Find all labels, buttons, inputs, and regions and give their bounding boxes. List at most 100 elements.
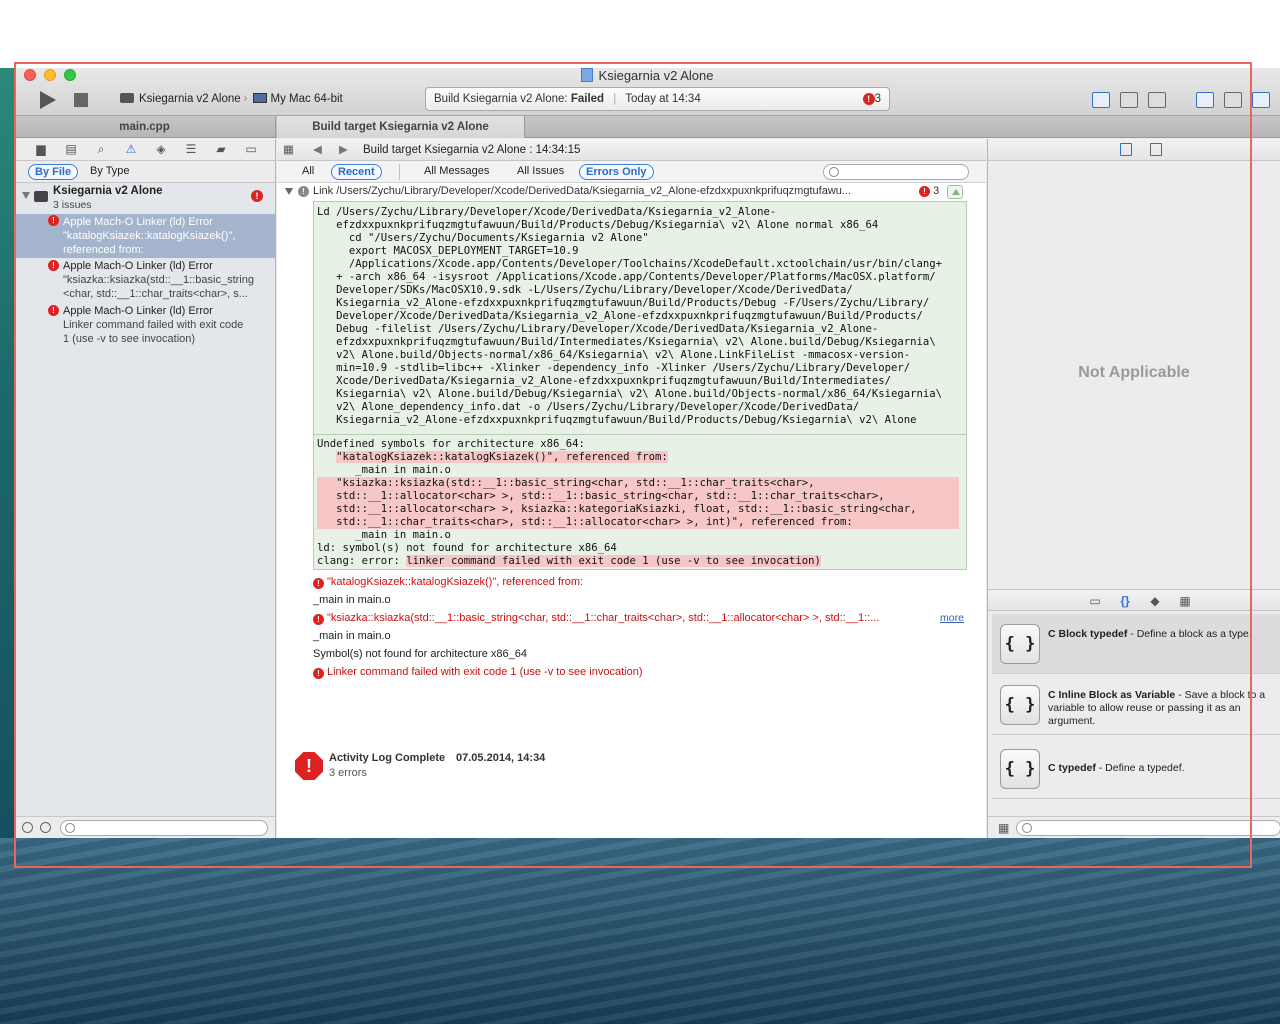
issue-item[interactable]: ! Apple Mach-O Linker (ld) Error Linker … — [14, 304, 275, 348]
desktop-wallpaper-strip — [0, 68, 14, 838]
standard-editor-icon[interactable] — [1092, 92, 1110, 108]
collapse-transcript-button[interactable] — [947, 185, 963, 199]
error-icon: ! — [313, 668, 324, 679]
output-line: _main in main.o — [317, 529, 451, 541]
related-items-icon[interactable]: ▦ — [283, 139, 294, 161]
grid-view-icon[interactable]: ▦ — [998, 822, 1009, 834]
snippet-item[interactable]: { } C typedef - Define a typedef. — [992, 739, 1280, 799]
forward-arrow-icon[interactable]: ▶ — [339, 139, 348, 161]
issue-filter-bar: By File By Type — [14, 161, 275, 183]
command-line: efzdxxpuxnkprifuqzmgtufawuun/Build/Produ… — [317, 219, 879, 231]
link-error-indicator: ! 3 — [919, 183, 939, 199]
assistant-editor-icon[interactable] — [1120, 92, 1138, 108]
output-line: ld: symbol(s) not found for architecture… — [317, 542, 617, 554]
command-line: v2\ Alone.build/Objects-normal/x86_64/Ks… — [317, 349, 911, 361]
inspector-not-applicable: Not Applicable — [1078, 364, 1190, 381]
scope-all[interactable]: All — [302, 165, 314, 177]
log-error-message[interactable]: ! "ksiazka::ksiazka(std::__1::basic_strin… — [313, 611, 983, 625]
snippet-description: - Define a typedef. — [1095, 762, 1185, 774]
desktop-wallpaper-waves — [0, 838, 1280, 1024]
project-issues-group[interactable]: Ksiegarnia v2 Alone 3 issues ! — [14, 183, 275, 213]
command-line: Debug -filelist /Users/Zychu/Library/Dev… — [317, 323, 879, 335]
breakpoint-navigator-icon[interactable]: ▰ — [214, 143, 228, 156]
scope-all-issues[interactable]: All Issues — [517, 165, 564, 177]
code-snippet-library-icon[interactable]: {} — [1118, 594, 1132, 608]
scheme-name: Ksiegarnia v2 Alone — [139, 93, 241, 105]
symbol-navigator-icon[interactable]: ▤ — [64, 143, 78, 156]
log-error-message[interactable]: ! Linker command failed with exit code 1 … — [313, 665, 643, 679]
issue-title: Apple Mach-O Linker (ld) Error — [63, 216, 213, 228]
disclosure-triangle-icon[interactable] — [22, 192, 30, 199]
navigator-search-input[interactable] — [60, 820, 268, 836]
more-link[interactable]: more — [940, 611, 964, 625]
command-line: Ksiegarnia_v2_Alone-efzdxxpuxnkprifuqzmg… — [317, 414, 917, 426]
tab-build-target[interactable]: Build target Ksiegarnia v2 Alone — [277, 116, 525, 138]
code-snippet-icon: { } — [1000, 749, 1040, 789]
issue-navigator-icon[interactable]: ⚠ — [124, 143, 138, 156]
command-line: v2\ Alone_dependency_info.dat -o /Users/… — [317, 401, 860, 413]
stop-button[interactable] — [74, 93, 88, 107]
log-search-input[interactable] — [823, 164, 969, 180]
scope-errors-only[interactable]: Errors Only — [579, 164, 654, 180]
file-inspector-icon[interactable] — [1120, 143, 1132, 156]
command-line: Ksiegarnia\ v2\ Alone.build/Debug/Ksiega… — [317, 388, 943, 400]
jump-bar-path[interactable]: Build target Ksiegarnia v2 Alone : 14:34… — [363, 139, 580, 161]
error-icon: ! — [313, 578, 324, 589]
back-arrow-icon[interactable]: ◀ — [313, 139, 322, 161]
quick-help-icon[interactable] — [1150, 143, 1162, 156]
command-line: Developer/Xcode/DerivedData/Ksiegarnia_v… — [317, 310, 923, 322]
navigator-toggle-icon[interactable] — [1196, 92, 1214, 108]
issue-item[interactable]: ! Apple Mach-O Linker (ld) Error "ksiazk… — [14, 259, 275, 303]
log-message-detail: Symbol(s) not found for architecture x86… — [313, 648, 528, 660]
log-message-detail: _main in main.o — [313, 594, 391, 606]
activity-viewer[interactable]: Build Ksiegarnia v2 Alone: Failed | Toda… — [425, 87, 890, 111]
log-navigator-icon[interactable]: ▭ — [244, 143, 258, 156]
tab-main-cpp[interactable]: main.cpp — [14, 116, 276, 138]
code-snippet-icon: { } — [1000, 685, 1040, 725]
object-library-icon[interactable]: ◆ — [1148, 594, 1162, 608]
activity-error-indicator[interactable]: ! 3 — [862, 88, 881, 110]
find-navigator-icon[interactable]: ⌕ — [94, 143, 108, 156]
file-template-library-icon[interactable]: ▭ — [1088, 594, 1102, 608]
error-icon: ! — [48, 305, 59, 316]
project-navigator-icon[interactable]: ▆ — [34, 143, 48, 156]
code-snippet-icon: { } — [1000, 624, 1040, 664]
library-search-input[interactable] — [1016, 820, 1280, 836]
link-error-count: 3 — [933, 185, 940, 197]
debug-area-toggle-icon[interactable] — [1224, 92, 1242, 108]
command-line: /Applications/Xcode.app/Contents/Develop… — [317, 258, 943, 270]
filter-by-file[interactable]: By File — [28, 164, 79, 180]
disclosure-triangle-icon[interactable] — [285, 188, 293, 195]
jump-bar: ▦ ◀ ▶ Build target Ksiegarnia v2 Alone :… — [277, 139, 986, 161]
log-error-message[interactable]: ! "katalogKsiazek::katalogKsiazek()", ref… — [313, 575, 583, 589]
error-icon: ! — [48, 215, 59, 226]
issue-detail: 1 (use -v to see invocation) — [63, 333, 196, 345]
link-step-row[interactable]: ! Link /Users/Zychu/Library/Developer/Xc… — [277, 183, 986, 199]
project-issue-count: 3 issues — [53, 199, 92, 211]
project-file-icon — [580, 68, 593, 82]
snippet-name: C Block typedef — [1048, 628, 1128, 640]
version-editor-icon[interactable] — [1148, 92, 1166, 108]
media-library-icon[interactable]: ▦ — [1178, 594, 1192, 608]
test-navigator-icon[interactable]: ◈ — [154, 143, 168, 156]
filter-by-type[interactable]: By Type — [84, 164, 136, 180]
snippet-name: C typedef — [1048, 762, 1096, 774]
utilities-toggle-icon[interactable] — [1252, 92, 1270, 108]
run-button[interactable] — [40, 91, 56, 109]
debug-navigator-icon[interactable]: ☰ — [184, 143, 198, 156]
search-icon — [1022, 823, 1032, 833]
snippet-item[interactable]: { } C Block typedef - Define a block as … — [992, 614, 1280, 674]
navigator-filter-bar — [14, 816, 275, 838]
issue-item[interactable]: ! Apple Mach-O Linker (ld) Error "katalo… — [14, 214, 275, 258]
log-message-detail: _main in main.o — [313, 630, 391, 642]
linker-command: Ld /Users/Zychu/Library/Developer/Xcode/… — [314, 202, 966, 434]
output-clang-error: linker command failed with exit code 1 (… — [406, 555, 821, 567]
activity-log-complete: ! Activity Log Complete 07.05.2014, 14:3… — [293, 750, 793, 790]
command-line: + -arch x86_64 -isysroot /Applications/X… — [317, 271, 936, 283]
scope-all-messages[interactable]: All Messages — [424, 165, 489, 177]
recent-filter-icon[interactable] — [22, 822, 33, 833]
errors-filter-icon[interactable] — [40, 822, 51, 833]
scheme-selector[interactable]: Ksiegarnia v2 Alone › My Mac 64-bit — [120, 93, 343, 105]
scope-recent[interactable]: Recent — [331, 164, 382, 180]
snippet-item[interactable]: { } C Inline Block as Variable - Save a … — [992, 675, 1280, 735]
